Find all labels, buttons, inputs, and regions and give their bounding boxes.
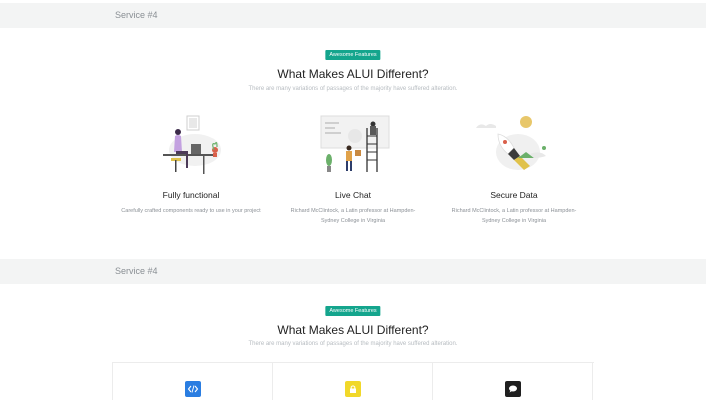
section-title: What Makes ALUI Different? [277, 67, 429, 81]
rocket-illustration [474, 114, 554, 178]
feature-title: Secure Data [490, 190, 538, 200]
section-header-label: Service #4 [115, 266, 158, 276]
feature-cards [112, 362, 594, 400]
feature-card-lock [273, 363, 433, 400]
feature-card-code [113, 363, 273, 400]
feature-description: Carefully crafted components ready to us… [121, 208, 261, 214]
feature-title: Live Chat [335, 190, 371, 200]
features-badge: Awesome Features [325, 306, 381, 316]
feature-description: Richard McClintock, a Latin professor at… [451, 208, 577, 224]
feature-live-chat: Live Chat Richard McClintock, a Latin pr… [278, 114, 428, 234]
live-chat-illustration [313, 114, 393, 178]
section-header-band: Service #4 [0, 3, 706, 28]
code-icon [184, 381, 201, 397]
feature-card-chat [433, 363, 593, 400]
feature-title: Fully functional [162, 190, 220, 200]
section-header-label: Service #4 [115, 10, 158, 20]
section-title: What Makes ALUI Different? [277, 323, 429, 337]
workspace-illustration [151, 114, 231, 178]
feature-secure-data: Secure Data Richard McClintock, a Latin … [439, 114, 589, 234]
features-badge: Awesome Features [325, 50, 381, 60]
section-subtitle: There are many variations of passages of… [248, 86, 458, 92]
lock-icon [344, 381, 361, 397]
feature-description: Richard McClintock, a Latin professor at… [290, 208, 416, 224]
feature-fully-functional: Fully functional Carefully crafted compo… [116, 114, 266, 234]
section-header-band: Service #4 [0, 259, 706, 284]
chat-icon [504, 381, 521, 397]
section-subtitle: There are many variations of passages of… [248, 341, 458, 347]
